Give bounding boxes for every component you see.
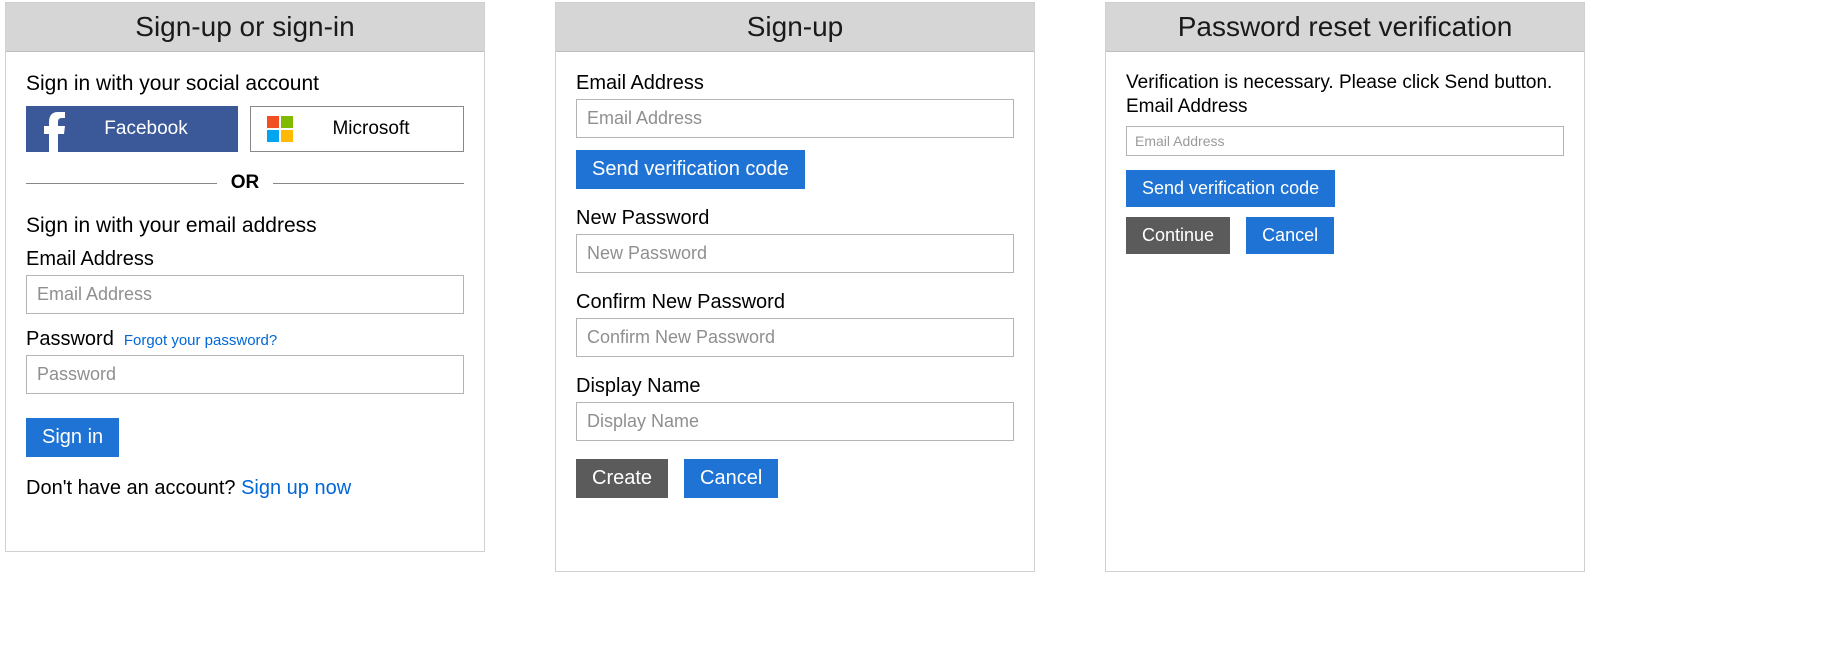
display-name-label: Display Name [576, 375, 1014, 398]
reset-cancel-button[interactable]: Cancel [1246, 217, 1334, 254]
confirm-password-label: Confirm New Password [576, 291, 1014, 314]
reset-panel-title: Password reset verification [1106, 3, 1584, 52]
continue-button[interactable]: Continue [1126, 217, 1230, 254]
signin-panel-title: Sign-up or sign-in [6, 3, 484, 52]
microsoft-label: Microsoft [303, 118, 457, 140]
no-account-text: Don't have an account? [26, 477, 241, 499]
signup-panel-title: Sign-up [556, 3, 1034, 52]
local-heading: Sign in with your email address [26, 214, 464, 238]
forgot-password-link[interactable]: Forgot your password? [124, 332, 277, 349]
email-label: Email Address [26, 248, 464, 271]
signin-button[interactable]: Sign in [26, 418, 119, 457]
signup-cancel-button[interactable]: Cancel [684, 459, 778, 498]
signup-panel: Sign-up Email Address Send verification … [555, 2, 1035, 572]
reset-panel-body: Verification is necessary. Please click … [1106, 52, 1584, 264]
create-button[interactable]: Create [576, 459, 668, 498]
ms-tile-red [267, 116, 279, 128]
signin-panel-body: Sign in with your social account Faceboo… [6, 52, 484, 510]
display-name-input[interactable] [576, 402, 1014, 441]
reset-panel: Password reset verification Verification… [1105, 2, 1585, 572]
microsoft-icon [257, 106, 303, 152]
ms-tile-green [281, 116, 293, 128]
or-text: OR [217, 172, 274, 194]
send-verification-button[interactable]: Send verification code [576, 150, 805, 189]
new-password-input[interactable] [576, 234, 1014, 273]
ms-tile-yellow [281, 130, 293, 142]
facebook-icon [32, 106, 78, 152]
password-label: Password [26, 328, 114, 351]
or-divider: OR [26, 172, 464, 194]
email-input[interactable] [26, 275, 464, 314]
confirm-password-input[interactable] [576, 318, 1014, 357]
password-input[interactable] [26, 355, 464, 394]
ms-tile-blue [267, 130, 279, 142]
microsoft-button[interactable]: Microsoft [250, 106, 464, 152]
no-account-line: Don't have an account? Sign up now [26, 477, 464, 500]
social-buttons-row: Facebook Microsoft [26, 106, 464, 152]
social-heading: Sign in with your social account [26, 72, 464, 96]
reset-email-label: Email Address [1126, 96, 1564, 118]
facebook-button[interactable]: Facebook [26, 106, 238, 152]
signup-email-label: Email Address [576, 72, 1014, 95]
signin-panel: Sign-up or sign-in Sign in with your soc… [5, 2, 485, 552]
reset-info-text: Verification is necessary. Please click … [1126, 72, 1564, 94]
reset-send-verification-button[interactable]: Send verification code [1126, 170, 1335, 207]
signup-now-link[interactable]: Sign up now [241, 477, 351, 499]
signup-panel-body: Email Address Send verification code New… [556, 52, 1034, 508]
new-password-label: New Password [576, 207, 1014, 230]
signup-email-input[interactable] [576, 99, 1014, 138]
reset-email-input[interactable] [1126, 126, 1564, 156]
facebook-label: Facebook [78, 118, 232, 140]
